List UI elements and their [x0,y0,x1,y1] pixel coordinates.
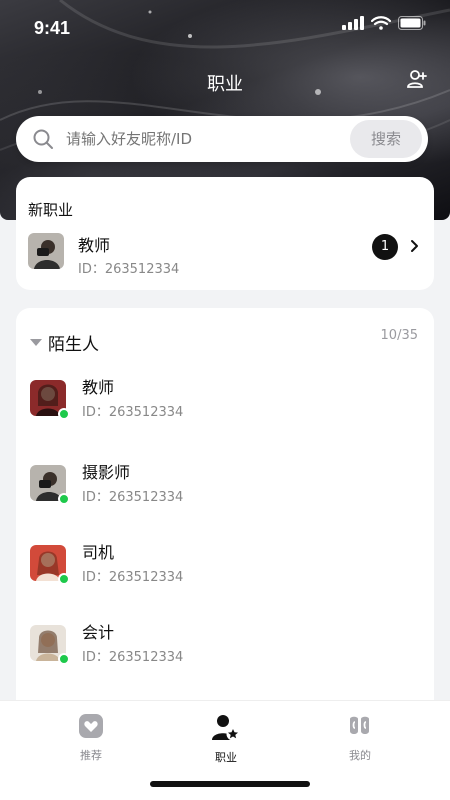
avatar-photo [28,233,64,269]
unread-badge: 1 [372,234,398,260]
heart-icon [79,714,103,738]
new-job-card: 新职业 教师 ID：263512334 1 [16,177,434,290]
status-bar: 9:41 [0,0,450,56]
strangers-count: 10/35 [380,328,418,343]
online-status-dot [58,408,70,420]
strangers-group-name: 陌生人 [48,335,99,355]
quote-icon [350,716,369,734]
tab-mine[interactable]: 我的 [320,713,400,763]
home-indicator[interactable] [150,781,310,787]
online-status-dot [58,653,70,665]
item-id: ID：263512334 [82,490,184,505]
item-name: 会计 [82,623,115,642]
item-id: ID：263512334 [82,570,184,585]
screen: 9:41 职业 请输入好友昵称/ID 搜索 新职业 教师 ID：26351233… [0,0,450,800]
item-name: 教师 [82,378,115,397]
online-status-dot [58,573,70,585]
add-user-icon[interactable] [406,68,428,90]
item-name: 摄影师 [82,463,131,482]
list-item[interactable]: 会计 ID：263512334 [16,619,434,679]
tab-label: 职业 [215,751,237,764]
online-status-dot [58,493,70,505]
tab-label: 推荐 [80,749,102,762]
battery-icon [398,16,426,30]
status-icons [342,16,426,30]
user-star-icon [212,715,240,741]
list-item[interactable]: 司机 ID：263512334 [16,539,434,599]
search-button[interactable]: 搜索 [350,120,422,158]
strangers-card: 陌生人 10/35 教师 ID：263512334 摄影师 ID：2635123… [16,308,434,728]
new-job-section-title: 新职业 [28,201,74,219]
tab-jobs[interactable]: 职业 [186,713,266,765]
search-input[interactable] [66,116,346,162]
status-time: 9:41 [34,18,71,38]
new-job-name: 教师 [78,236,111,255]
signal-icon [342,16,364,30]
chevron-right-icon[interactable] [410,239,420,253]
item-id: ID：263512334 [82,405,184,420]
item-name: 司机 [82,543,115,562]
search-icon [33,129,53,149]
caret-down-icon [30,339,42,346]
avatar [28,233,64,269]
list-item[interactable]: 教师 ID：263512334 [16,374,434,434]
wifi-icon [371,16,391,30]
list-item[interactable]: 摄影师 ID：263512334 [16,459,434,519]
search-bar: 搜索 [16,116,428,162]
page-title: 职业 [207,74,243,95]
item-id: ID：263512334 [82,650,184,665]
strangers-group-toggle[interactable]: 陌生人 [30,330,99,355]
new-job-id: ID：263512334 [78,262,180,277]
tab-recommend[interactable]: 推荐 [51,713,131,763]
tab-label: 我的 [349,749,371,762]
